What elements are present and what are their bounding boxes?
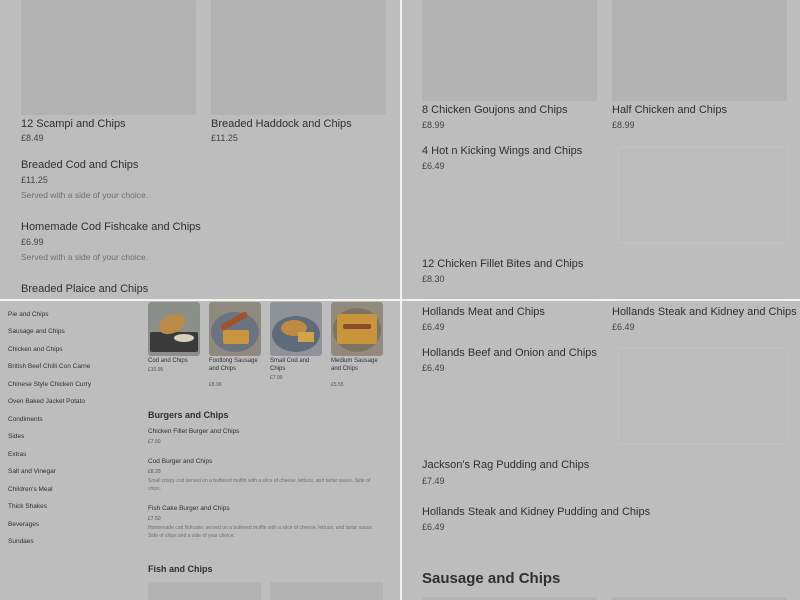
- item-name: Fish Cake Burger and Chips: [148, 505, 230, 512]
- sidebar-item-jacket-potato[interactable]: Oven Baked Jacket Potato: [8, 398, 85, 405]
- sidebar-item-chicken-and-chips[interactable]: Chicken and Chips: [8, 346, 63, 353]
- item-price: £8.30: [422, 274, 445, 284]
- item-name: Breaded Plaice and Chips: [21, 283, 149, 295]
- item-price: £8.49: [21, 133, 44, 143]
- item-name: Jackson's Rag Pudding and Chips: [422, 459, 590, 471]
- item-name: Small Cod and Chips: [270, 358, 310, 372]
- item-description: Served with a side of your choice.: [21, 252, 149, 262]
- food-photo: [270, 302, 322, 356]
- sidebar-item-chicken-curry[interactable]: Chinese Style Chicken Curry: [8, 381, 91, 388]
- item-price: £7.50: [148, 516, 161, 522]
- item-price: £7.49: [422, 476, 445, 486]
- menu-panel-bottom-left: Pie and Chips Sausage and Chips Chicken …: [0, 300, 400, 600]
- item-name: Half Chicken and Chips: [612, 104, 727, 116]
- item-price: £6.49: [422, 522, 445, 532]
- item-name: Hollands Meat and Chips: [422, 306, 545, 318]
- sidebar-item-beef-chilli[interactable]: British Beef Chilli Con Carne: [8, 363, 90, 370]
- item-price: £6.49: [422, 161, 445, 171]
- item-price: £8.20: [148, 469, 161, 475]
- item-name: Hollands Beef and Onion and Chips: [422, 347, 597, 359]
- food-photo: [148, 302, 200, 356]
- item-price: £11.25: [211, 133, 238, 143]
- food-photo: [331, 302, 383, 356]
- item-name: Homemade Cod Fishcake and Chips: [21, 221, 201, 233]
- sidebar-item-sausage-and-chips[interactable]: Sausage and Chips: [8, 328, 65, 335]
- item-description: Homemade cod fishcake, served on a butte…: [148, 525, 374, 539]
- sidebar-item-sides[interactable]: Sides: [8, 433, 24, 440]
- sidebar-item-condiments[interactable]: Condiments: [8, 416, 43, 423]
- food-image-placeholder[interactable]: [148, 582, 261, 600]
- item-name: Medium Sausage and Chips: [331, 358, 378, 372]
- sidebar-item-sundaes[interactable]: Sundaes: [8, 538, 34, 545]
- sidebar-item-beverages[interactable]: Beverages: [8, 521, 39, 528]
- section-title-sausage: Sausage and Chips: [422, 570, 561, 587]
- food-image-placeholder[interactable]: [422, 0, 597, 101]
- item-name: 8 Chicken Goujons and Chips: [422, 104, 568, 116]
- sidebar-item-salt-and-vinegar[interactable]: Salt and Vinegar: [8, 468, 56, 475]
- item-description: Served with a side of your choice.: [21, 190, 149, 200]
- item-name: Chicken Fillet Burger and Chips: [148, 428, 240, 435]
- item-name: Cod Burger and Chips: [148, 458, 213, 465]
- item-price: £7.50: [148, 439, 161, 445]
- item-name: 12 Scampi and Chips: [21, 118, 126, 130]
- quadrant-divider-horizontal: [0, 299, 800, 301]
- section-title-burgers: Burgers and Chips: [148, 410, 229, 420]
- item-name: Breaded Cod and Chips: [21, 159, 139, 171]
- sidebar-item-childrens-meal[interactable]: Children's Meal: [8, 486, 53, 493]
- menu-panel-bottom-right: Hollands Meat and Chips £6.49 Hollands S…: [400, 300, 800, 600]
- food-image-placeholder: [618, 147, 788, 243]
- item-price: £7.99: [270, 375, 283, 381]
- food-image-placeholder[interactable]: [270, 582, 383, 600]
- item-price: £8.99: [612, 120, 635, 130]
- food-image-placeholder[interactable]: [21, 0, 196, 115]
- item-description: Small crispy cod served on a buttered mu…: [148, 478, 371, 492]
- item-name: Footlong Sausage and Chips: [209, 358, 258, 372]
- section-title-fish: Fish and Chips: [148, 564, 213, 574]
- item-price: £10.95: [148, 367, 164, 373]
- item-name: 4 Hot n Kicking Wings and Chips: [422, 145, 583, 157]
- menu-panel-top-right: 8 Chicken Goujons and Chips £8.99 Half C…: [400, 0, 800, 300]
- item-price: £6.49: [612, 322, 635, 332]
- item-name: Breaded Haddock and Chips: [211, 118, 352, 130]
- item-name: 12 Chicken Fillet Bites and Chips: [422, 258, 584, 270]
- item-price: £8.99: [422, 120, 445, 130]
- item-name: Hollands Steak and Kidney Pudding and Ch…: [422, 506, 651, 518]
- food-image-placeholder: [618, 348, 788, 444]
- item-price: £6.49: [422, 322, 445, 332]
- item-price: £11.25: [21, 175, 48, 185]
- item-price: £6.49: [422, 363, 445, 373]
- food-image-placeholder[interactable]: [612, 0, 787, 101]
- item-name: Hollands Steak and Kidney and Chips: [612, 306, 797, 318]
- sidebar-item-thick-shakes[interactable]: Thick Shakes: [8, 503, 47, 510]
- sidebar-item-pie-and-chips[interactable]: Pie and Chips: [8, 311, 48, 318]
- item-name: Cod and Chips: [148, 358, 188, 364]
- food-photo: [209, 302, 261, 356]
- menu-panel-top-left: 12 Scampi and Chips £8.49 Breaded Haddoc…: [0, 0, 400, 300]
- sidebar-item-extras[interactable]: Extras: [8, 451, 26, 458]
- item-price: £6.99: [21, 237, 44, 247]
- item-price: £5.55: [331, 382, 344, 388]
- item-price: £8.99: [209, 382, 222, 388]
- food-image-placeholder[interactable]: [211, 0, 386, 115]
